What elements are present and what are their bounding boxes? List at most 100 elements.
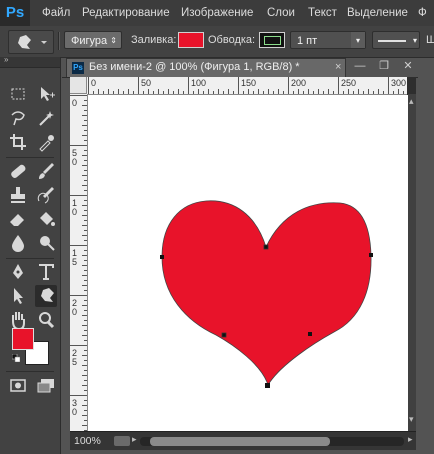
ruler-tick bbox=[403, 91, 404, 94]
ruler-label: 0 bbox=[91, 78, 97, 88]
menu-layers[interactable]: Слои bbox=[267, 0, 295, 26]
ruler-tick bbox=[70, 145, 87, 146]
ruler-tick bbox=[82, 215, 87, 216]
menu-image[interactable]: Изображение bbox=[181, 0, 253, 26]
brush-icon[interactable] bbox=[35, 160, 57, 182]
eyedropper-icon[interactable] bbox=[35, 131, 57, 153]
menu-select[interactable]: Выделение bbox=[347, 0, 408, 26]
quick-mask-icon[interactable] bbox=[7, 374, 29, 396]
ruler-tick bbox=[84, 170, 87, 171]
ruler-tick bbox=[82, 175, 87, 176]
ruler-tick bbox=[82, 325, 87, 326]
ruler-tick bbox=[113, 91, 114, 94]
menu-edit[interactable]: Редактирование bbox=[82, 0, 170, 26]
vertical-ruler[interactable]: 050101520253035 bbox=[70, 94, 88, 431]
ruler-tick bbox=[283, 91, 284, 94]
fill-color-swatch[interactable] bbox=[178, 32, 204, 48]
stamp-icon[interactable] bbox=[7, 184, 29, 206]
screen-mode-icon[interactable] bbox=[35, 374, 57, 396]
heart-shape-layer[interactable] bbox=[88, 95, 415, 431]
ruler-tick bbox=[82, 425, 87, 426]
ruler-label: 250 bbox=[341, 78, 357, 88]
ruler-tick bbox=[203, 91, 204, 94]
options-bar: Фигура ⇕ Заливка: Обводка: 1 пт ▾ ▾ Ш bbox=[0, 26, 434, 58]
ruler-tick bbox=[378, 89, 379, 94]
document-info-icon[interactable] bbox=[114, 436, 130, 446]
close-button[interactable]: ✕ bbox=[396, 58, 420, 74]
document-tab[interactable]: Ps Без имени-2 @ 100% (Фигура 1, RGB/8) … bbox=[66, 58, 346, 77]
ruler-tick bbox=[84, 320, 87, 321]
ruler-origin[interactable] bbox=[70, 77, 87, 94]
width-label: Ш bbox=[426, 34, 434, 46]
crop-icon[interactable] bbox=[7, 131, 29, 153]
ruler-tick bbox=[233, 91, 234, 94]
menu-type[interactable]: Текст bbox=[308, 0, 337, 26]
ruler-tick bbox=[398, 89, 399, 94]
ruler-label: 0 bbox=[72, 98, 78, 108]
ruler-tick bbox=[84, 420, 87, 421]
ruler-tick bbox=[253, 91, 254, 94]
scroll-right-arrow-icon[interactable]: ▸ bbox=[408, 434, 413, 445]
stroke-type-picker[interactable]: ▾ bbox=[372, 31, 420, 49]
ruler-tick bbox=[82, 185, 87, 186]
blur-icon[interactable] bbox=[7, 232, 29, 254]
ruler-tick bbox=[153, 91, 154, 94]
path-select-icon[interactable] bbox=[7, 285, 29, 307]
default-colors-icon[interactable] bbox=[11, 353, 21, 363]
canvas[interactable] bbox=[88, 95, 415, 431]
ruler-tick bbox=[82, 415, 87, 416]
tab-close-icon[interactable]: × bbox=[335, 61, 341, 73]
foreground-color-swatch[interactable] bbox=[12, 328, 34, 350]
minimize-button[interactable]: — bbox=[348, 58, 372, 74]
ruler-label: 300 bbox=[391, 78, 407, 88]
menu-filter[interactable]: Ф bbox=[418, 0, 427, 26]
ruler-tick bbox=[373, 91, 374, 94]
stroke-color-swatch[interactable] bbox=[259, 32, 285, 48]
ruler-tick bbox=[138, 77, 139, 94]
ruler-tick bbox=[82, 265, 87, 266]
ruler-tick bbox=[368, 89, 369, 94]
bucket-icon[interactable] bbox=[35, 208, 57, 230]
menu-file[interactable]: Файл bbox=[42, 0, 70, 26]
ruler-tick bbox=[84, 180, 87, 181]
ruler-tick bbox=[82, 225, 87, 226]
custom-shape-preset-icon bbox=[18, 35, 47, 49]
zoom-icon[interactable] bbox=[35, 309, 57, 331]
mode-select[interactable]: Фигура ⇕ bbox=[64, 31, 122, 49]
ruler-tick bbox=[84, 390, 87, 391]
collapse-arrows-icon[interactable]: » bbox=[4, 55, 8, 64]
horizontal-scroll-thumb[interactable] bbox=[150, 437, 330, 446]
vertical-scrollbar[interactable]: ▴ ▾ bbox=[408, 94, 416, 431]
dodge-icon[interactable] bbox=[35, 232, 57, 254]
marquee-icon[interactable] bbox=[7, 83, 29, 105]
ruler-tick bbox=[108, 89, 109, 94]
ruler-tick bbox=[84, 350, 87, 351]
scroll-up-arrow-icon[interactable]: ▴ bbox=[409, 96, 414, 107]
scroll-down-arrow-icon[interactable]: ▾ bbox=[409, 414, 414, 425]
horizontal-ruler[interactable]: 0 50 100 150 200 250 300 bbox=[87, 77, 407, 95]
ruler-tick bbox=[84, 380, 87, 381]
restore-button[interactable]: ❐ bbox=[372, 58, 396, 74]
stroke-width-value: 1 пт bbox=[297, 35, 318, 47]
custom-shape-icon[interactable] bbox=[35, 285, 57, 307]
ruler-tick bbox=[333, 91, 334, 94]
healing-icon[interactable] bbox=[7, 160, 29, 182]
stroke-width-field[interactable]: 1 пт ▾ bbox=[290, 31, 366, 49]
pen-icon[interactable] bbox=[7, 261, 29, 283]
ruler-tick bbox=[82, 305, 87, 306]
move-icon[interactable] bbox=[35, 83, 57, 105]
tool-preset-picker[interactable] bbox=[8, 30, 54, 54]
eraser-icon[interactable] bbox=[7, 208, 29, 230]
history-brush-icon[interactable] bbox=[35, 184, 57, 206]
magic-wand-icon[interactable] bbox=[35, 107, 57, 129]
ruler-tick bbox=[82, 105, 87, 106]
ruler-tick bbox=[393, 91, 394, 94]
lasso-icon[interactable] bbox=[7, 107, 29, 129]
ruler-tick bbox=[84, 270, 87, 271]
ruler-tick bbox=[208, 89, 209, 94]
ruler-tick bbox=[243, 91, 244, 94]
type-icon[interactable] bbox=[35, 261, 57, 283]
ruler-tick bbox=[193, 91, 194, 94]
info-menu-arrow-icon[interactable]: ▸ bbox=[132, 434, 137, 445]
zoom-level[interactable]: 100% bbox=[74, 435, 101, 447]
